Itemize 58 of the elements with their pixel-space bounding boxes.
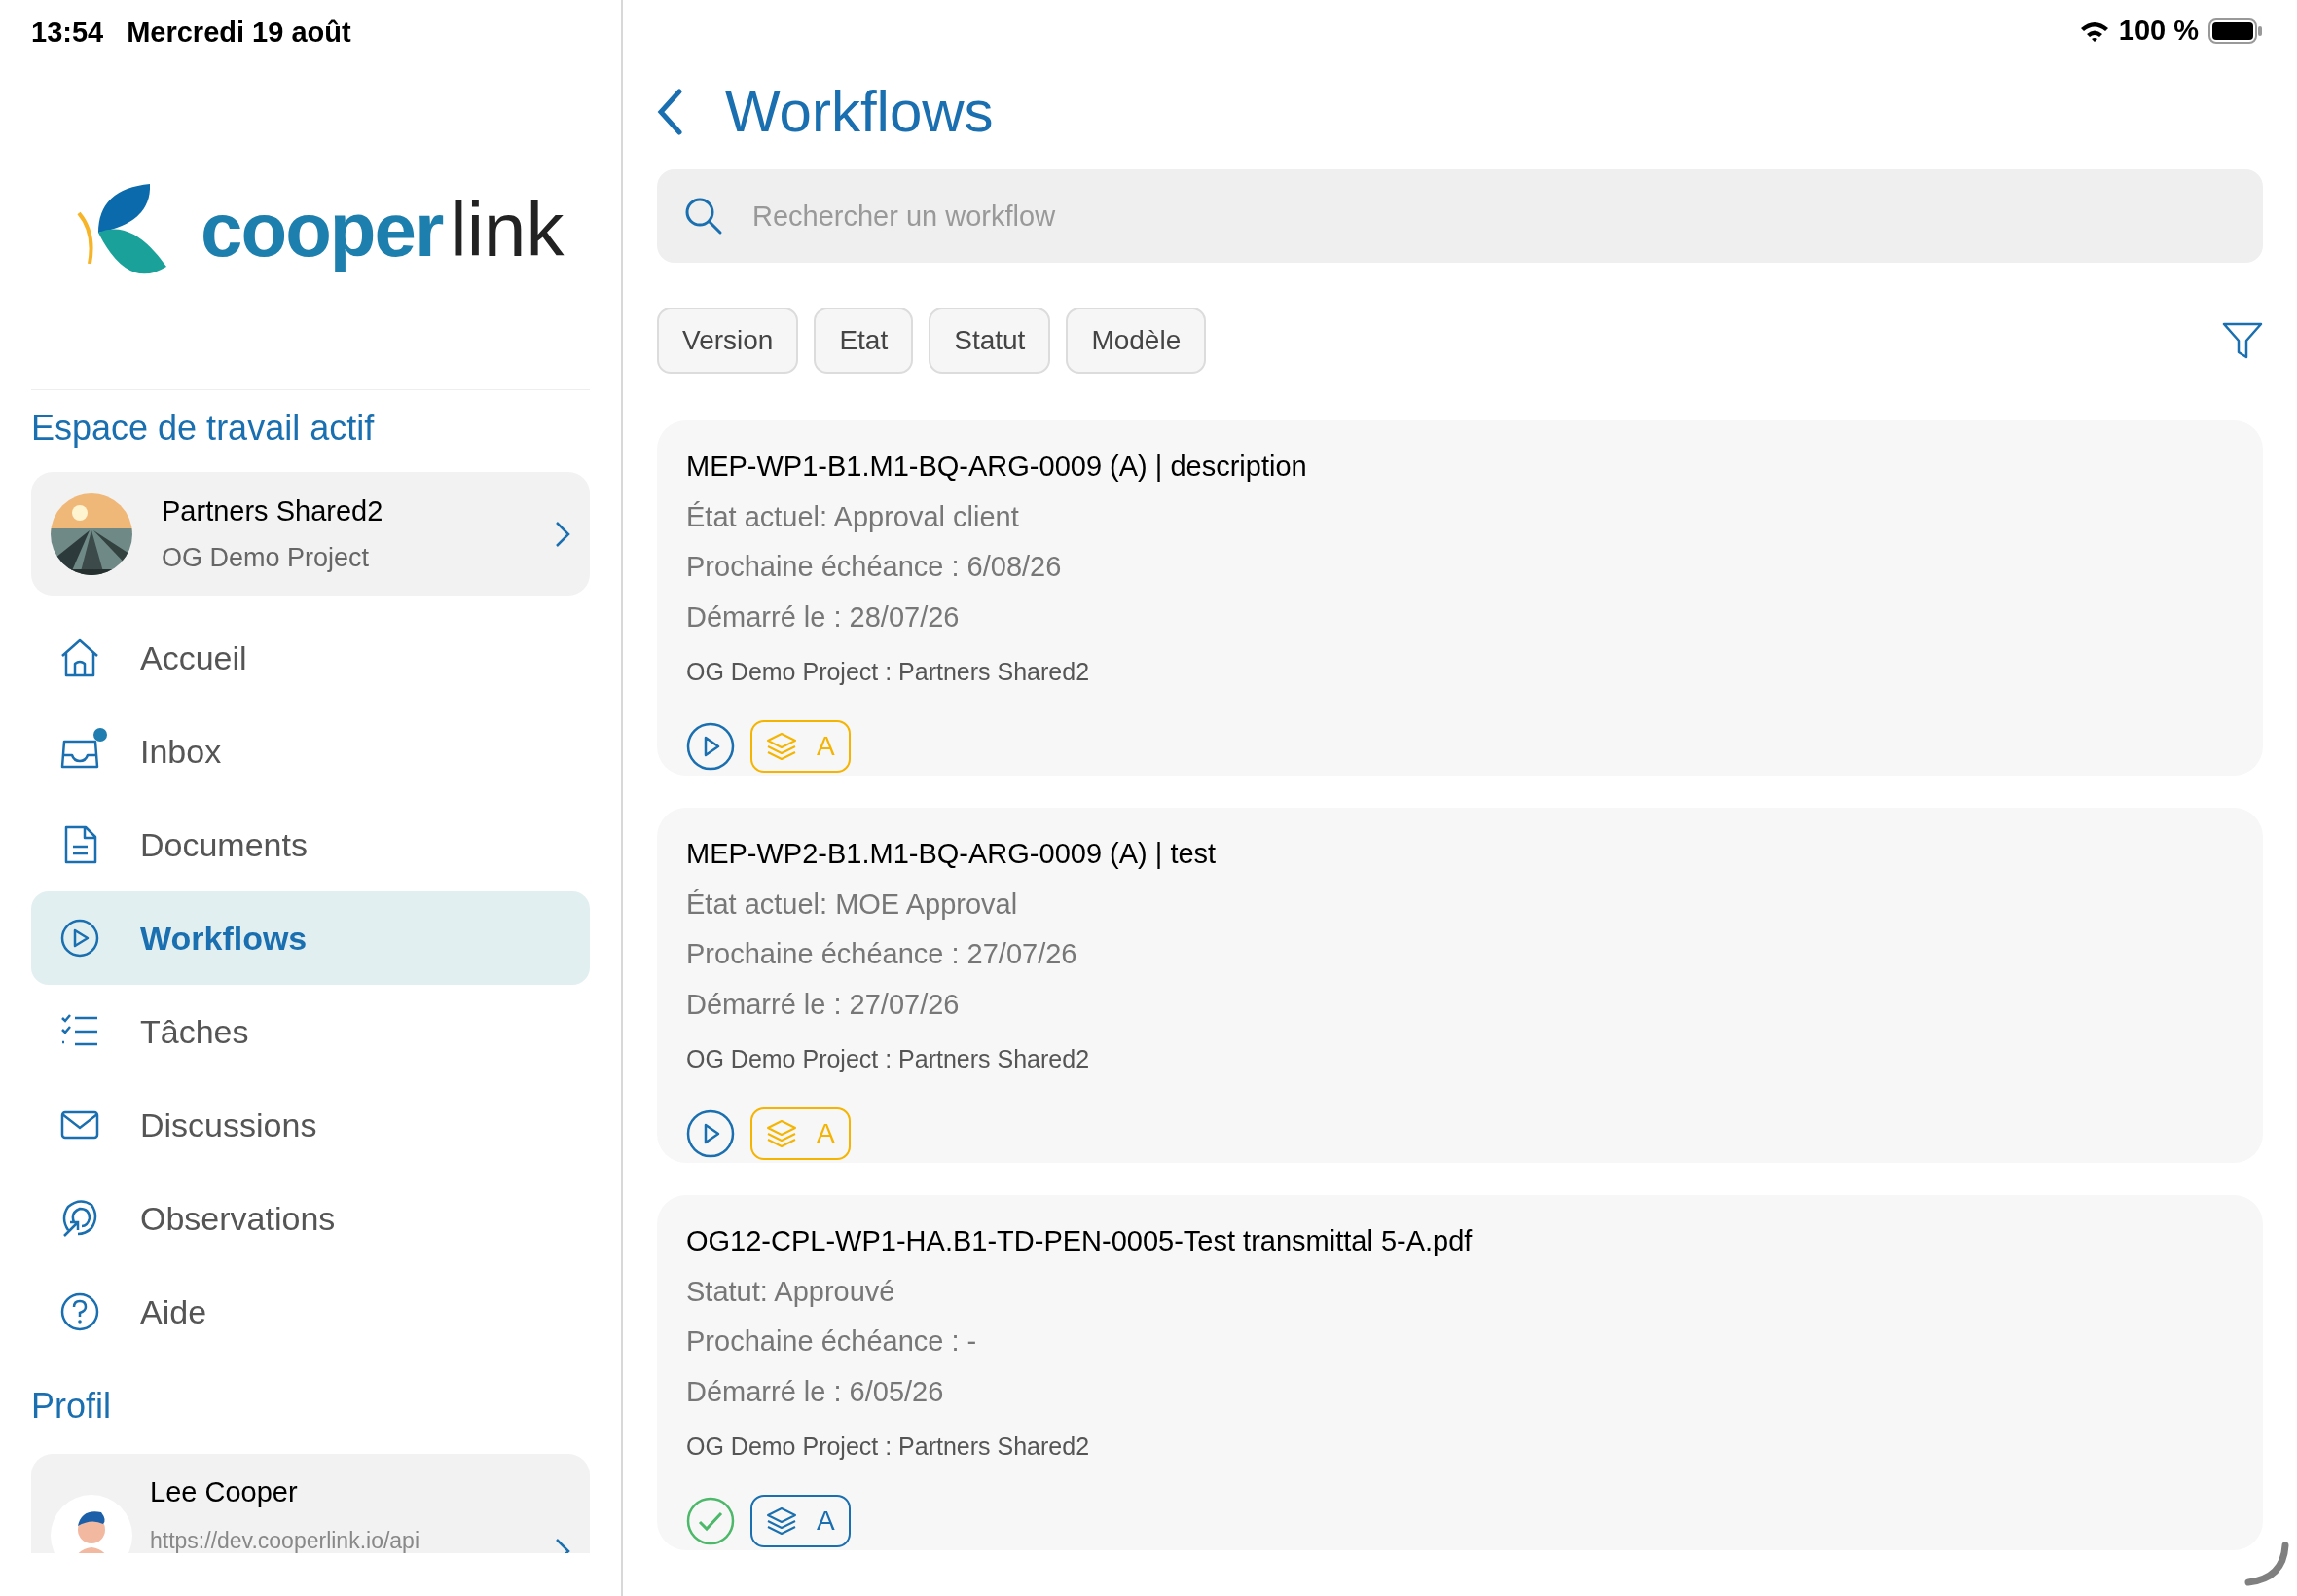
back-icon [657,89,682,135]
nav-item[interactable]: Workflows [31,891,590,985]
workflow-card[interactable]: MEP-WP1-B1.M1-BQ-ARG-0009 (A) | description État actuel: Approval client Prochaine échéance : 6/08/26 Démarré le : 28/07/26 OG Demo Project : Partners Shared2 A [657,420,2263,776]
workflow-detail: Démarré le : 6/05/26 [686,1374,945,1409]
play-icon [58,917,101,960]
workflow-title: MEP-WP2-B1.M1-BQ-ARG-0009 (A) | test [686,837,1218,871]
workspace-name: Partners Shared2 [162,493,384,528]
workflow-card[interactable]: MEP-WP2-B1.M1-BQ-ARG-0009 (A) | test État actuel: MOE Approval Prochaine échéance : 27/07/26 Démarré le : 27/07/26 OG Demo Project : Partners Shared2 A [657,808,2263,1163]
nav-item[interactable]: Discussions [31,1078,590,1172]
workflow-detail: Prochaine échéance : 6/08/26 [686,550,1063,584]
nav-item[interactable]: Aide [31,1265,590,1359]
logo-wordmark: cooper [201,185,443,274]
help-icon [58,1290,101,1333]
filter-chip[interactable]: Etat [814,308,914,374]
version-badge: A [750,1494,851,1547]
workflow-project: OG Demo Project : Partners Shared2 [686,1044,1091,1074]
profile-url: https://dev.cooperlink.io/api [150,1526,420,1553]
nav-item[interactable]: Accueil [31,611,590,705]
workflow-detail: Prochaine échéance : - [686,1324,978,1359]
workflow-detail: Démarré le : 27/07/26 [686,987,961,1022]
version-badge: A [750,719,851,773]
nav-item[interactable]: Tâches [31,985,590,1078]
workflow-project: OG Demo Project : Partners Shared2 [686,657,1091,687]
workspace-card[interactable]: Partners Shared2 OG Demo Project [31,472,590,596]
filter-chip[interactable]: Version [657,308,799,374]
logo-wordmark: link [450,185,565,274]
workflow-project: OG Demo Project : Partners Shared2 [686,1432,1091,1462]
battery-icon [2208,18,2263,44]
search-field[interactable]: Rechercher un workflow [657,169,2263,263]
workflow-detail: État actuel: MOE Approval [686,887,1019,922]
page-title: Workflows [725,78,994,146]
profile-name: Lee Cooper [150,1475,299,1509]
chevron-right-icon [555,520,570,548]
workflow-title: OG12-CPL-WP1-HA.B1-TD-PEN-0005-Test transmittal 5-A.pdf [686,1224,1474,1258]
section-heading: Espace de travail actif [30,407,376,450]
profile-card[interactable]: Lee Cooper https://dev.cooperlink.io/api [31,1454,590,1553]
wifi-icon [2079,20,2109,42]
status-time: 13:54 [31,16,104,51]
status-date: Mercredi 19 août [127,16,351,51]
filter-icon[interactable] [2222,321,2263,360]
workflow-title: MEP-WP1-B1.M1-BQ-ARG-0009 (A) | description [686,450,1308,484]
project-name: OG Demo Project [162,542,371,574]
battery-percent: 100 % [2118,14,2199,49]
avatar-icon [51,1495,132,1553]
version-badge: A [750,1106,851,1160]
refresh-spinner-icon [2244,1542,2289,1586]
section-heading: Profil [30,1385,113,1428]
search-icon [684,197,723,236]
workflow-detail: Statut: Approuvé [686,1274,896,1309]
workflow-detail: Démarré le : 28/07/26 [686,599,961,635]
workflow-detail: Prochaine échéance : 27/07/26 [686,937,1078,971]
workflow-card[interactable]: OG12-CPL-WP1-HA.B1-TD-PEN-0005-Test transmittal 5-A.pdf Statut: Approuvé Prochaine échéance : - Démarré le : 6/05/26 OG Demo Project : Partners Shared2 A [657,1195,2263,1550]
nav-item[interactable]: Observations [31,1172,590,1265]
filter-chip[interactable]: Modèle [1066,308,1207,374]
nav-item[interactable]: Documents [31,798,590,891]
workflow-detail: État actuel: Approval client [686,499,1020,534]
nav-item[interactable]: Inbox [31,705,590,798]
filter-chip[interactable]: Statut [929,308,1051,374]
